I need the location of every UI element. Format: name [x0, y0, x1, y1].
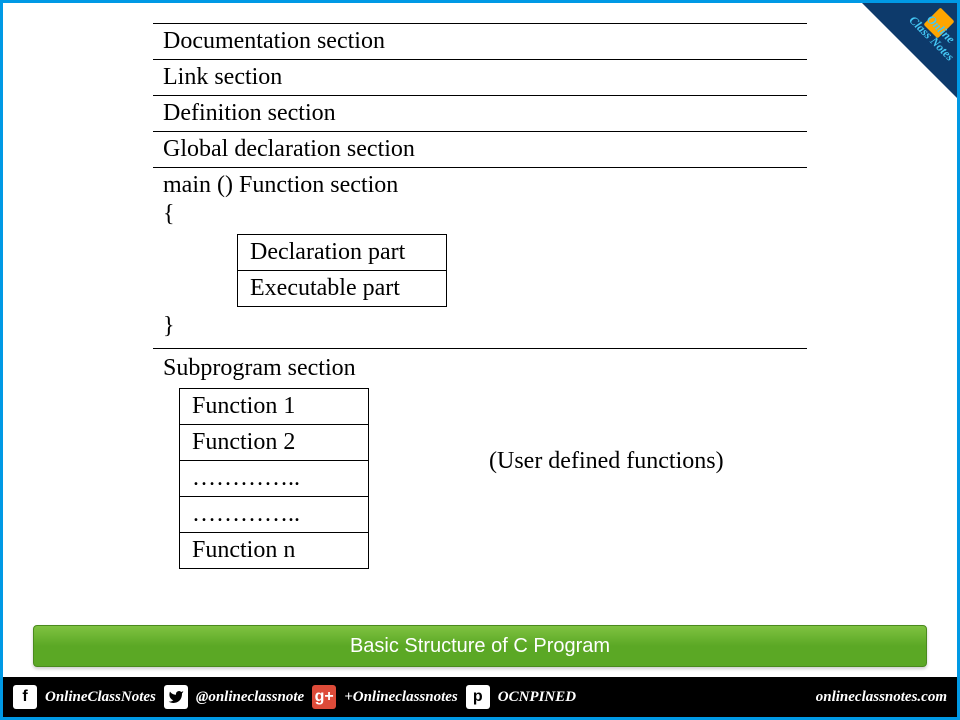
declaration-part: Declaration part [237, 234, 447, 271]
function-2: Function 2 [179, 425, 369, 461]
section-documentation: Documentation section [153, 23, 807, 60]
function-list-box: Function 1 Function 2 ………….. ………….. Func… [179, 388, 369, 569]
section-link: Link section [153, 60, 807, 96]
facebook-icon[interactable]: f [13, 685, 37, 709]
executable-part: Executable part [237, 271, 447, 307]
section-definition: Definition section [153, 96, 807, 132]
website-url: onlineclassnotes.com [816, 689, 947, 706]
footer-bar: f OnlineClassNotes @onlineclassnote g+ +… [3, 677, 957, 717]
function-ellipsis-2: ………….. [179, 497, 369, 533]
pinterest-icon[interactable]: p [466, 685, 490, 709]
open-brace: { [163, 199, 797, 230]
close-brace: } [163, 311, 797, 342]
twitter-handle: @onlineclassnote [196, 689, 304, 706]
main-function-section: main () Function section { Declaration p… [153, 168, 807, 346]
twitter-icon[interactable] [164, 685, 188, 709]
diagram-content: Documentation section Link section Defin… [3, 3, 957, 575]
caption-bar: Basic Structure of C Program [33, 625, 927, 667]
main-parts-box: Declaration part Executable part [237, 234, 447, 307]
function-n: Function n [179, 533, 369, 569]
subprogram-section: Subprogram section Function 1 Function 2… [153, 349, 807, 575]
gplus-handle: +Onlineclassnotes [344, 689, 458, 706]
user-defined-note: (User defined functions) [489, 448, 724, 475]
facebook-handle: OnlineClassNotes [45, 689, 156, 706]
pinterest-handle: OCNPINED [498, 689, 576, 706]
gplus-icon[interactable]: g+ [312, 685, 336, 709]
section-global-declaration: Global declaration section [153, 132, 807, 168]
subprogram-title: Subprogram section [163, 355, 797, 382]
function-1: Function 1 [179, 388, 369, 425]
function-ellipsis-1: ………….. [179, 461, 369, 497]
main-title: main () Function section [163, 172, 797, 199]
